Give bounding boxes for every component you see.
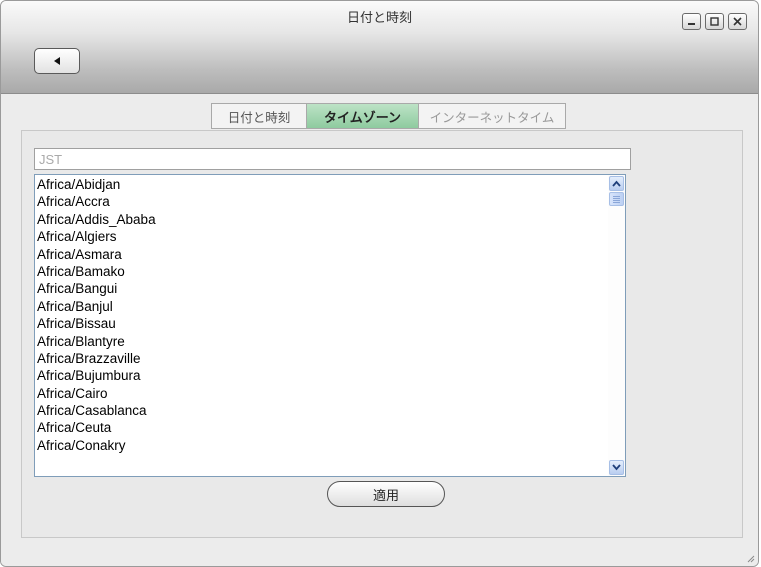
minimize-icon xyxy=(688,23,695,25)
maximize-icon xyxy=(710,17,719,26)
tab-date-time[interactable]: 日付と時刻 xyxy=(211,103,307,129)
list-item[interactable]: Africa/Asmara xyxy=(35,246,608,263)
list-scrollbar[interactable] xyxy=(608,175,625,476)
tab-internet-time[interactable]: インターネットタイム xyxy=(419,103,566,129)
timezone-list[interactable]: Africa/Abidjan Africa/Accra Africa/Addis… xyxy=(34,174,626,477)
thumb-grip-line xyxy=(613,195,620,197)
list-item[interactable]: Africa/Addis_Ababa xyxy=(35,211,608,228)
list-item[interactable]: Africa/Bissau xyxy=(35,315,608,332)
scrollbar-thumb[interactable] xyxy=(609,192,624,206)
scroll-down-button[interactable] xyxy=(609,460,624,475)
list-item[interactable]: Africa/Conakry xyxy=(35,437,608,454)
list-item[interactable]: Africa/Abidjan xyxy=(35,176,608,193)
title-bar: 日付と時刻 xyxy=(1,1,758,94)
list-item[interactable]: Africa/Banjul xyxy=(35,298,608,315)
close-button[interactable] xyxy=(728,13,747,30)
content-area: 日付と時刻 タイムゾーン インターネットタイム Africa/Abidjan A… xyxy=(1,94,758,566)
list-item[interactable]: Africa/Bamako xyxy=(35,263,608,280)
list-item[interactable]: Africa/Blantyre xyxy=(35,333,608,350)
list-item[interactable]: Africa/Accra xyxy=(35,193,608,210)
left-triangle-icon xyxy=(54,57,60,65)
minimize-button[interactable] xyxy=(682,13,701,30)
list-item[interactable]: Africa/Bujumbura xyxy=(35,367,608,384)
close-icon xyxy=(733,17,742,26)
date-time-window: 日付と時刻 日付と時刻 タイムゾーン インターネットタイム JST Africa… xyxy=(0,0,759,567)
back-button[interactable] xyxy=(34,48,80,74)
window-title: 日付と時刻 xyxy=(346,11,412,26)
maximize-button[interactable] xyxy=(705,13,724,30)
chevron-down-icon xyxy=(612,464,621,471)
resize-grip-icon[interactable] xyxy=(745,553,755,563)
list-item[interactable]: Africa/Algiers xyxy=(35,228,608,245)
timezone-search-input[interactable] xyxy=(34,148,631,170)
thumb-grip-line xyxy=(613,201,620,203)
list-item[interactable]: Africa/Bangui xyxy=(35,280,608,297)
apply-button[interactable]: 適用 xyxy=(327,481,445,507)
scroll-up-button[interactable] xyxy=(609,176,624,191)
list-item[interactable]: Africa/Brazzaville xyxy=(35,350,608,367)
list-item[interactable]: Africa/Casablanca xyxy=(35,402,608,419)
chevron-up-icon xyxy=(612,180,621,187)
list-item[interactable]: Africa/Cairo xyxy=(35,385,608,402)
tab-bar: 日付と時刻 タイムゾーン インターネットタイム xyxy=(211,103,566,129)
thumb-grip-line xyxy=(613,197,620,199)
list-item[interactable]: Africa/Ceuta xyxy=(35,419,608,436)
tab-timezone[interactable]: タイムゾーン xyxy=(307,103,419,129)
timezone-items: Africa/Abidjan Africa/Accra Africa/Addis… xyxy=(35,175,608,454)
thumb-grip-line xyxy=(613,199,620,201)
timezone-panel: Africa/Abidjan Africa/Accra Africa/Addis… xyxy=(21,130,743,538)
